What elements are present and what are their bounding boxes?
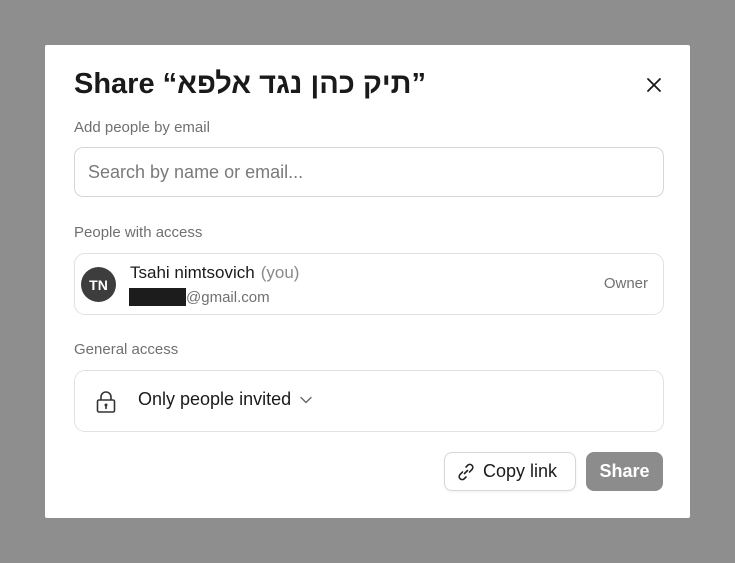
close-icon — [647, 78, 661, 92]
copy-link-label: Copy link — [483, 461, 558, 481]
person-email: @gmail.com — [129, 288, 270, 306]
chevron-down-icon — [300, 396, 312, 403]
access-dropdown-value: Only people invited — [138, 389, 292, 409]
close-button[interactable] — [643, 74, 665, 96]
search-input[interactable] — [74, 147, 664, 197]
general-access-label: General access — [74, 341, 179, 358]
general-access-card: Only people invited — [74, 370, 664, 432]
role-label: Owner — [603, 275, 648, 292]
you-tag: (you) — [260, 263, 300, 282]
access-dropdown[interactable]: Only people invited — [138, 389, 313, 410]
person-row: TN Tsahi nimtsovich (you) @gmail.com Owne… — [74, 253, 664, 315]
person-name: Tsahi nimtsovich — [130, 263, 255, 282]
link-icon — [458, 463, 474, 480]
avatar: TN — [81, 267, 116, 302]
dialog-title: Share “תיק כהן נגד אלפא” — [74, 68, 426, 100]
copy-link-button[interactable]: Copy link — [444, 452, 576, 491]
email-redaction — [129, 288, 186, 306]
email-domain: @gmail.com — [186, 288, 270, 306]
share-button[interactable]: Share — [586, 452, 663, 491]
lock-icon — [96, 391, 116, 413]
share-dialog: Share “תיק כהן נגד אלפא” Add people by e… — [45, 45, 690, 518]
people-with-access-label: People with access — [74, 224, 203, 241]
add-people-label: Add people by email — [74, 119, 210, 136]
person-name-line: Tsahi nimtsovich (you) — [130, 263, 299, 283]
